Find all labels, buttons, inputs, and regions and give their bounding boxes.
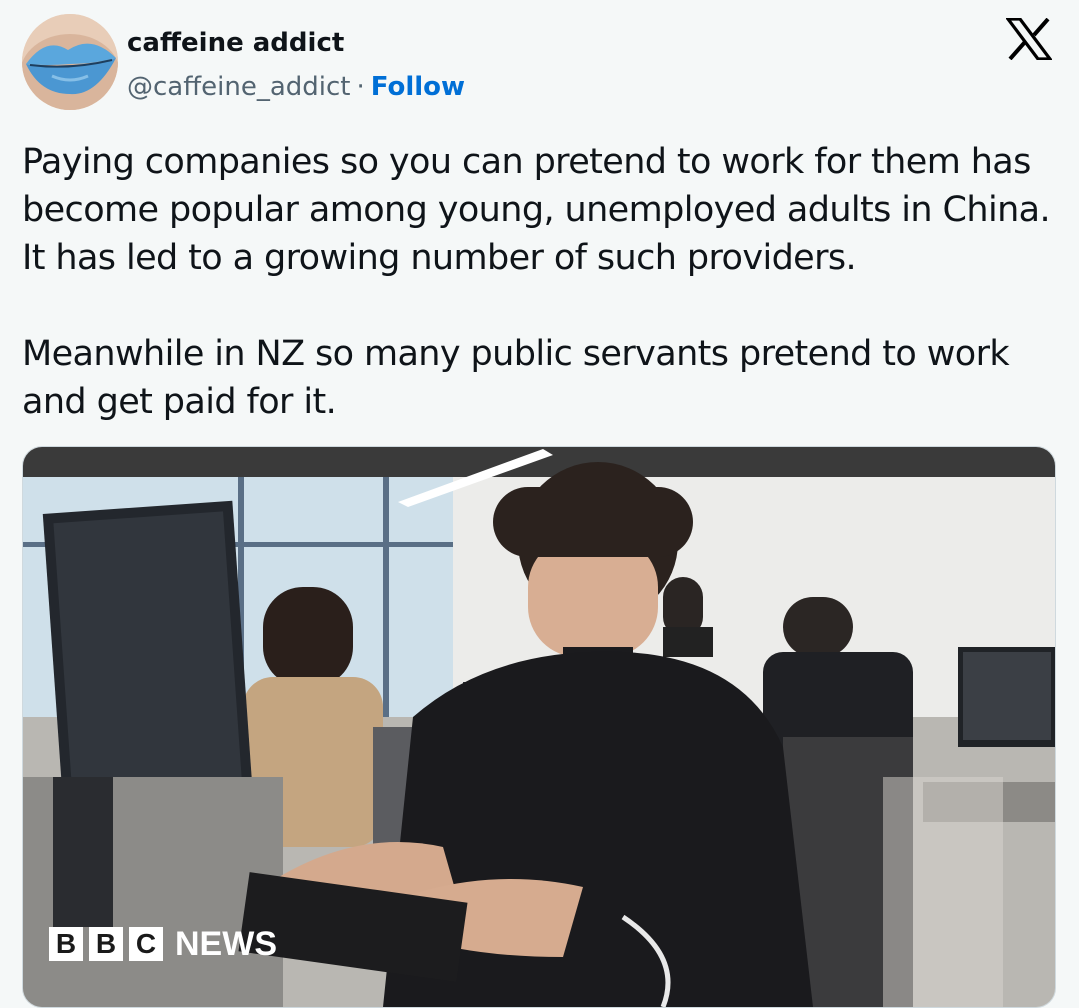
- tweet-paragraph: Paying companies so you can pretend to w…: [22, 142, 1051, 278]
- display-name[interactable]: caffeine addict: [127, 26, 344, 60]
- bbc-letter-box: B: [49, 927, 83, 961]
- separator-dot: ·: [356, 72, 365, 102]
- tweet-paragraph: Meanwhile in NZ so many public servants …: [22, 334, 1010, 422]
- tweet-text: Paying companies so you can pretend to w…: [22, 138, 1062, 426]
- handle-row: @caffeine_addict · Follow: [127, 70, 465, 104]
- follow-button[interactable]: Follow: [371, 72, 465, 102]
- office-photo: [23, 447, 1055, 1007]
- lips-avatar-icon: [22, 14, 118, 110]
- bbc-letter-box: C: [129, 927, 163, 961]
- bbc-news-word: NEWS: [175, 925, 277, 963]
- bbc-news-badge: B B C NEWS: [49, 927, 277, 961]
- tweet-image[interactable]: B B C NEWS: [22, 446, 1056, 1008]
- bbc-letter-box: B: [89, 927, 123, 961]
- x-logo-icon[interactable]: [1006, 18, 1052, 60]
- user-handle[interactable]: @caffeine_addict: [127, 72, 351, 102]
- avatar[interactable]: [22, 14, 118, 110]
